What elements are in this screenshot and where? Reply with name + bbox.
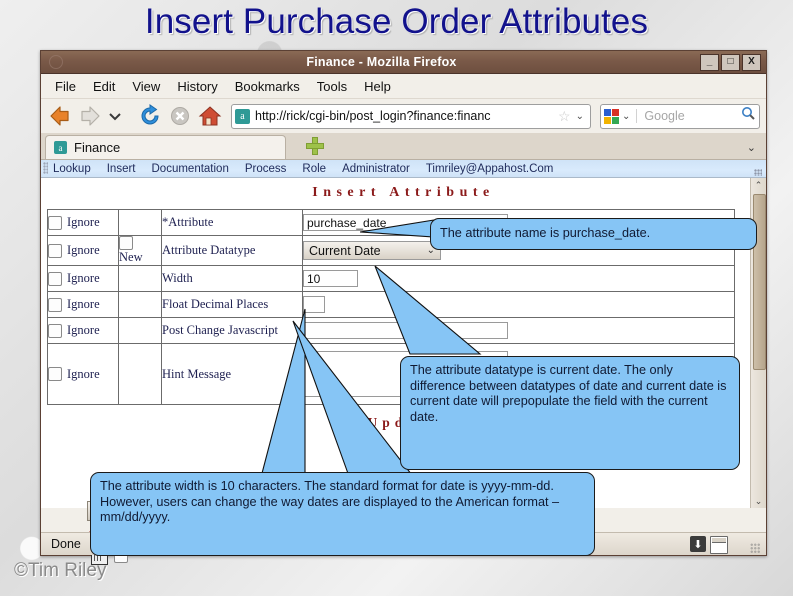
- menu-view[interactable]: View: [132, 79, 160, 94]
- ignore-cell: Ignore: [47, 235, 119, 266]
- toolbar-grip-right: [754, 169, 762, 176]
- ignore-label: Ignore: [67, 366, 100, 381]
- callout-attribute-name: The attribute name is purchase_date.: [430, 218, 757, 250]
- new-cell: New: [118, 235, 162, 266]
- tab-label: Finance: [74, 140, 121, 155]
- resize-grip[interactable]: [750, 543, 761, 553]
- ignore-cell: Ignore: [47, 265, 119, 292]
- panel-icon[interactable]: [710, 536, 728, 554]
- nav-link-process[interactable]: Process: [245, 163, 287, 175]
- download-icon[interactable]: ⬇: [690, 536, 706, 552]
- new-cell: [118, 343, 162, 405]
- ignore-cell: Ignore: [47, 317, 119, 344]
- scroll-up-icon[interactable]: ⌃: [751, 178, 766, 192]
- menu-edit[interactable]: Edit: [93, 79, 115, 94]
- app-nav-links: Lookup Insert Documentation Process Role…: [41, 160, 766, 178]
- ignore-label: Ignore: [67, 215, 100, 229]
- ignore-checkbox-width[interactable]: [48, 271, 62, 286]
- menu-tools[interactable]: Tools: [317, 79, 347, 94]
- slide-title: Insert Purchase Order Attributes: [144, 2, 649, 41]
- nav-link-role[interactable]: Role: [302, 163, 326, 175]
- search-engine-chevron-icon[interactable]: ⌄: [619, 111, 633, 122]
- nav-link-user-email[interactable]: Timriley@Appahost.Com: [426, 163, 554, 175]
- window-icon: [49, 55, 63, 69]
- ignore-label: Ignore: [67, 297, 100, 311]
- tab-list-chevron-down-icon[interactable]: ⌄: [747, 141, 756, 154]
- ignore-cell: Ignore: [47, 343, 119, 405]
- callout-attribute-width: The attribute width is 10 characters. Th…: [90, 472, 595, 556]
- nav-link-lookup[interactable]: Lookup: [53, 163, 91, 175]
- ignore-checkbox-attribute[interactable]: [48, 215, 62, 230]
- toolbar-grip: [43, 162, 48, 174]
- stop-icon[interactable]: [167, 103, 193, 129]
- magnifier-icon[interactable]: [741, 106, 756, 126]
- scroll-down-icon[interactable]: ⌄: [751, 494, 766, 508]
- status-text: Done: [51, 537, 81, 551]
- new-cell: [118, 265, 162, 292]
- ignore-label: Ignore: [67, 243, 100, 257]
- window-title: Finance - Mozilla Firefox: [306, 55, 457, 69]
- page-title: Insert Attribute: [312, 185, 495, 200]
- ignore-cell: Ignore: [47, 291, 119, 318]
- history-dropdown-icon[interactable]: [107, 103, 133, 129]
- ignore-label: Ignore: [67, 323, 100, 337]
- search-bar[interactable]: ⌄ Google: [600, 103, 760, 129]
- app-favicon: a: [54, 141, 67, 154]
- close-button[interactable]: X: [742, 53, 761, 71]
- ignore-checkbox-javascript[interactable]: [48, 323, 62, 338]
- menu-file[interactable]: File: [55, 79, 76, 94]
- window-controls: _ □ X: [700, 53, 761, 71]
- ignore-cell: Ignore: [47, 209, 119, 236]
- field-label: *Attribute: [161, 209, 303, 236]
- ignore-checkbox-datatype[interactable]: [48, 243, 62, 258]
- nav-link-documentation[interactable]: Documentation: [152, 163, 229, 175]
- callout-attribute-datatype-text: The attribute datatype is current date. …: [410, 363, 727, 424]
- new-cell: [118, 209, 162, 236]
- ignore-checkbox-hint[interactable]: [48, 367, 62, 381]
- tab-finance[interactable]: a Finance: [45, 135, 286, 159]
- minimize-button[interactable]: _: [700, 53, 719, 71]
- new-cell: [118, 317, 162, 344]
- url-text[interactable]: http://rick/cgi-bin/post_login?finance:f…: [250, 109, 556, 123]
- forward-arrow-icon[interactable]: [77, 103, 103, 129]
- search-input[interactable]: Google: [636, 109, 741, 123]
- ignore-label: Ignore: [67, 271, 100, 285]
- maximize-button[interactable]: □: [721, 53, 740, 71]
- site-favicon: a: [235, 108, 250, 124]
- plus-icon[interactable]: [306, 137, 324, 155]
- window-titlebar: Finance - Mozilla Firefox _ □ X: [41, 51, 766, 74]
- reload-icon[interactable]: [137, 103, 163, 129]
- callout-attribute-width-text: The attribute width is 10 characters. Th…: [100, 479, 560, 524]
- menu-bar: File Edit View History Bookmarks Tools H…: [41, 74, 766, 99]
- menu-bookmarks[interactable]: Bookmarks: [235, 79, 300, 94]
- chevron-down-icon[interactable]: ⌄: [573, 111, 587, 122]
- google-icon: [604, 108, 619, 124]
- ignore-checkbox-float[interactable]: [48, 297, 62, 312]
- new-label: New: [119, 250, 143, 264]
- field-label: Width: [161, 265, 303, 292]
- navigation-toolbar: a http://rick/cgi-bin/post_login?finance…: [41, 99, 766, 133]
- nav-link-insert[interactable]: Insert: [107, 163, 136, 175]
- new-cell: [118, 291, 162, 318]
- callout-attribute-name-text: The attribute name is purchase_date.: [440, 226, 651, 241]
- callout-attribute-datatype: The attribute datatype is current date. …: [400, 356, 740, 470]
- field-label: Attribute Datatype: [161, 235, 303, 266]
- menu-help[interactable]: Help: [364, 79, 391, 94]
- back-arrow-icon[interactable]: [47, 103, 73, 129]
- nav-link-administrator[interactable]: Administrator: [342, 163, 410, 175]
- home-icon[interactable]: [197, 103, 223, 129]
- star-icon[interactable]: ☆: [556, 108, 573, 125]
- new-checkbox[interactable]: [119, 236, 133, 250]
- copyright-text: ©Tim Riley: [14, 560, 107, 581]
- tab-bar: a Finance ⌄: [41, 133, 766, 160]
- url-bar[interactable]: a http://rick/cgi-bin/post_login?finance…: [231, 103, 591, 129]
- menu-history[interactable]: History: [177, 79, 217, 94]
